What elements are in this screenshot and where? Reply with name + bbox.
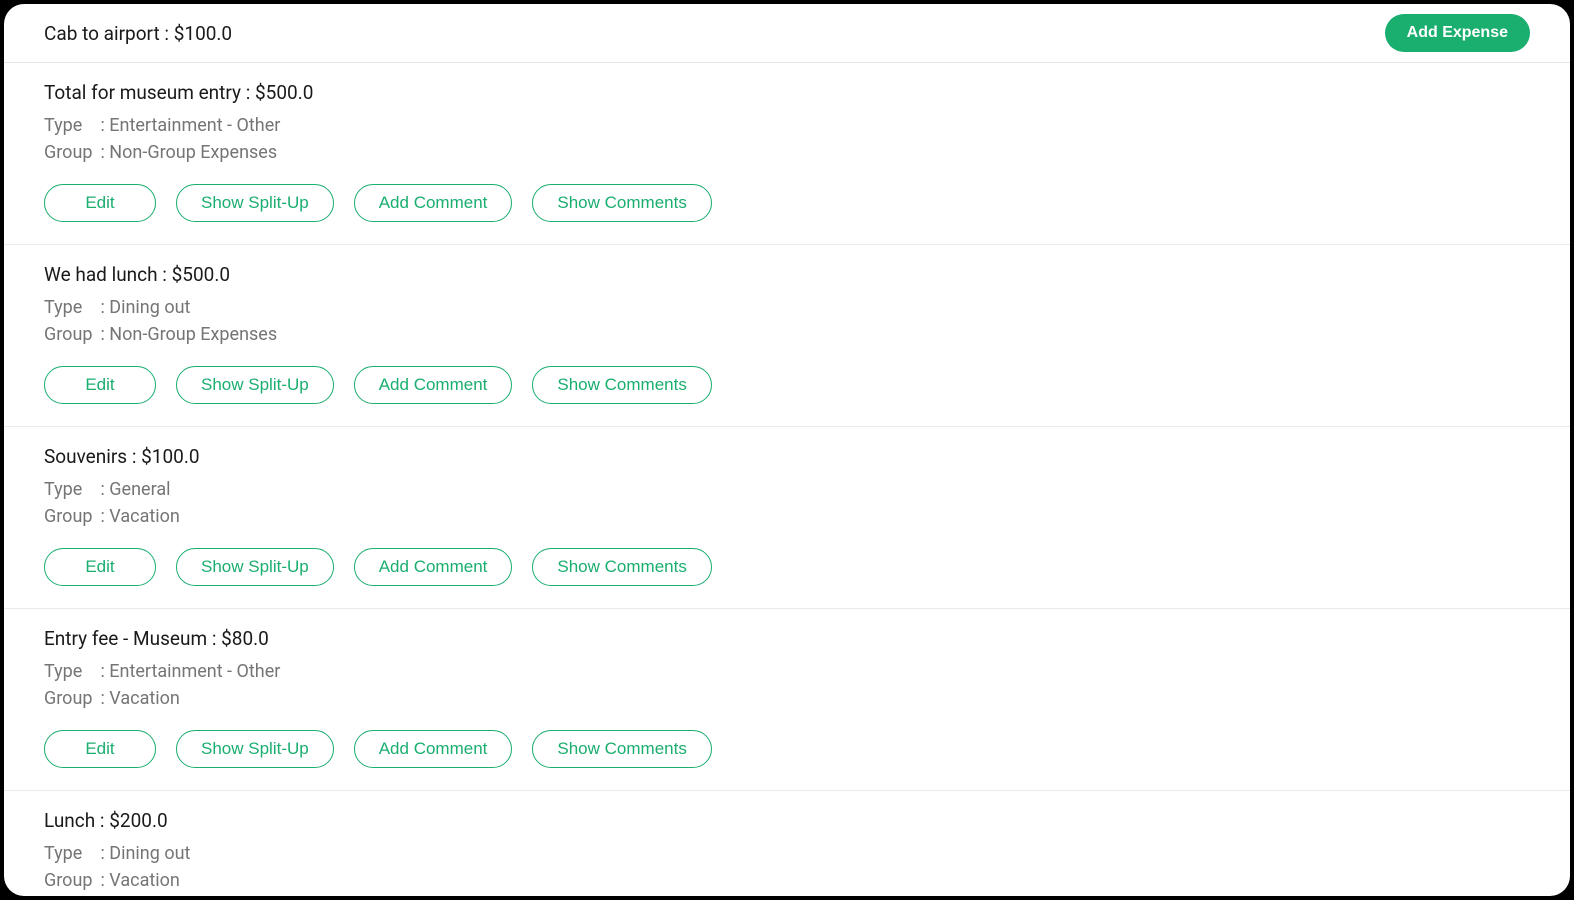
show-comments-button[interactable]: Show Comments (532, 548, 711, 586)
expense-group-row: Group : Vacation (44, 503, 1530, 530)
expense-actions: Edit Show Split-Up Add Comment Show Comm… (44, 366, 1530, 404)
expense-type-row: Type : Dining out (44, 294, 1530, 321)
expense-group-row: Group : Non-Group Expenses (44, 139, 1530, 166)
expense-actions: Edit Show Split-Up Add Comment Show Comm… (44, 548, 1530, 586)
expense-card: Lunch : $200.0 Type : Dining out Group :… (4, 791, 1570, 896)
expense-type-value: Entertainment - Other (109, 115, 280, 136)
expense-group-value: Non-Group Expenses (109, 324, 277, 345)
edit-button[interactable]: Edit (44, 366, 156, 404)
expense-actions: Edit Show Split-Up Add Comment Show Comm… (44, 184, 1530, 222)
expense-title: Lunch : $200.0 (44, 809, 1530, 832)
type-label: Type (44, 658, 96, 685)
show-split-button[interactable]: Show Split-Up (176, 184, 334, 222)
group-label: Group (44, 867, 96, 894)
expense-title: Total for museum entry : $500.0 (44, 81, 1530, 104)
add-comment-button[interactable]: Add Comment (354, 366, 513, 404)
expense-type-row: Type : Entertainment - Other (44, 658, 1530, 685)
expense-type-value: General (109, 479, 170, 500)
add-expense-button[interactable]: Add Expense (1385, 14, 1530, 52)
expense-title: We had lunch : $500.0 (44, 263, 1530, 286)
show-split-button[interactable]: Show Split-Up (176, 366, 334, 404)
expense-card: Souvenirs : $100.0 Type : General Group … (4, 427, 1570, 609)
group-label: Group (44, 503, 96, 530)
show-split-button[interactable]: Show Split-Up (176, 730, 334, 768)
expense-type-row: Type : General (44, 476, 1530, 503)
expense-actions: Edit Show Split-Up Add Comment Show Comm… (44, 730, 1530, 768)
expense-card: Entry fee - Museum : $80.0 Type : Entert… (4, 609, 1570, 791)
expense-list-scroll[interactable]: Total for museum entry : $500.0 Type : E… (4, 63, 1570, 896)
expense-group-value: Vacation (109, 870, 180, 891)
expense-type-row: Type : Dining out (44, 840, 1530, 867)
edit-button[interactable]: Edit (44, 730, 156, 768)
show-comments-button[interactable]: Show Comments (532, 730, 711, 768)
expense-title: Souvenirs : $100.0 (44, 445, 1530, 468)
type-label: Type (44, 476, 96, 503)
expense-group-value: Vacation (109, 506, 180, 527)
edit-button[interactable]: Edit (44, 184, 156, 222)
add-comment-button[interactable]: Add Comment (354, 184, 513, 222)
app-window: Cab to airport : $100.0 Add Expense Tota… (4, 4, 1570, 896)
group-label: Group (44, 685, 96, 712)
header-title: Cab to airport : $100.0 (44, 22, 232, 45)
group-label: Group (44, 321, 96, 348)
type-label: Type (44, 294, 96, 321)
expense-type-value: Entertainment - Other (109, 661, 280, 682)
expense-card: We had lunch : $500.0 Type : Dining out … (4, 245, 1570, 427)
expense-card: Total for museum entry : $500.0 Type : E… (4, 63, 1570, 245)
expense-type-row: Type : Entertainment - Other (44, 112, 1530, 139)
header-bar: Cab to airport : $100.0 Add Expense (4, 4, 1570, 63)
expense-group-value: Vacation (109, 688, 180, 709)
expense-title: Entry fee - Museum : $80.0 (44, 627, 1530, 650)
type-label: Type (44, 840, 96, 867)
show-split-button[interactable]: Show Split-Up (176, 548, 334, 586)
expense-group-row: Group : Non-Group Expenses (44, 321, 1530, 348)
type-label: Type (44, 112, 96, 139)
edit-button[interactable]: Edit (44, 548, 156, 586)
expense-group-row: Group : Vacation (44, 685, 1530, 712)
expense-type-value: Dining out (109, 297, 190, 318)
group-label: Group (44, 139, 96, 166)
add-comment-button[interactable]: Add Comment (354, 548, 513, 586)
expense-group-row: Group : Vacation (44, 867, 1530, 894)
expense-group-value: Non-Group Expenses (109, 142, 277, 163)
add-comment-button[interactable]: Add Comment (354, 730, 513, 768)
show-comments-button[interactable]: Show Comments (532, 366, 711, 404)
expense-type-value: Dining out (109, 843, 190, 864)
show-comments-button[interactable]: Show Comments (532, 184, 711, 222)
